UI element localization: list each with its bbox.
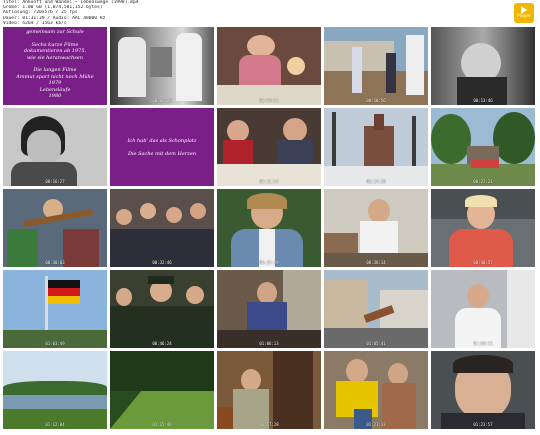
video-frame-thumbnail: 00:38:14 [324,189,428,267]
frame-timestamp: 00:38:14 [366,260,386,265]
header-line: Video: h264 / 1563 kb/s [3,20,67,26]
video-frame-thumbnail: 01:17:28 [217,351,321,429]
frame-image [217,189,321,267]
frame-image [3,270,107,348]
video-frame-thumbnail: 00:08:11 [217,27,321,105]
title-card-frame: gemeinsam zur Schule Sechs kurze Filme do… [3,27,107,105]
frame-image [217,27,321,105]
frame-timestamp: 00:46:24 [152,341,172,346]
title-card-frame: Ich hab' das als Schonplatz Die Sache mi… [110,108,214,186]
frame-image [3,108,107,186]
frame-image [3,351,107,429]
play-icon [521,6,527,14]
video-frame-thumbnail: 00:32:46 [110,189,214,267]
frame-timestamp: 00:21:54 [259,179,279,184]
frame-image [110,27,214,105]
video-frame-thumbnail: 01:23:57 [431,351,535,429]
frame-timestamp: 00:13:46 [473,98,493,103]
video-frame-thumbnail: 01:05:41 [324,270,428,348]
frame-image [217,270,321,348]
video-frame-thumbnail: 01:00:21 [431,270,535,348]
video-frame-thumbnail: 00:24:38 [324,108,428,186]
frame-timestamp: 00:35:29 [259,260,279,265]
video-frame-thumbnail: 01:15:48 [110,351,214,429]
video-frame-thumbnail: 00:40:57 [431,189,535,267]
frame-timestamp: 01:12:04 [45,422,65,427]
frame-timestamp: 01:05:41 [366,341,386,346]
video-frame-thumbnail: 00:21:54 [217,108,321,186]
frame-timestamp: 00:08:11 [259,98,279,103]
frame-image [110,270,214,348]
title-card-line: 1980 [48,93,62,100]
frame-timestamp: 00:40:57 [473,260,493,265]
frame-image [110,351,214,429]
title-card-line: Die Sache mit dem Herzen [127,151,197,158]
video-frame-thumbnail: 00:16:27 [3,108,107,186]
frame-image [217,108,321,186]
frame-timestamp: 01:21:13 [366,422,386,427]
frame-timestamp: 00:32:46 [152,260,172,265]
video-frame-thumbnail: 01:03:49 [3,270,107,348]
video-frame-thumbnail: 01:12:04 [3,351,107,429]
video-frame-thumbnail: 00:13:46 [431,27,535,105]
frame-timestamp: 01:00:21 [473,341,493,346]
frame-timestamp: 00:05:29 [152,98,172,103]
player-logo-label: Player [516,14,531,19]
frame-timestamp: 00:16:27 [45,179,65,184]
frame-image [324,351,428,429]
video-frame-thumbnail: 00:46:24 [110,270,214,348]
video-frame-thumbnail: 00:35:29 [217,189,321,267]
frame-image [431,270,535,348]
frame-image [431,108,535,186]
video-frame-thumbnail: 01:21:13 [324,351,428,429]
video-frame-thumbnail: 00:27:21 [431,108,535,186]
frame-image [324,108,428,186]
video-frame-thumbnail: 01:06:13 [217,270,321,348]
frame-timestamp: 01:23:57 [473,422,493,427]
player-logo: Player [514,3,534,23]
frame-timestamp: 01:06:13 [259,341,279,346]
frame-timestamp: 00:10:56 [366,98,386,103]
frame-image [110,189,214,267]
frame-timestamp: 00:30:03 [45,260,65,265]
thumbnail-grid: gemeinsam zur Schule Sechs kurze Filme do… [3,27,540,432]
frame-timestamp: 01:03:49 [45,341,65,346]
frame-timestamp: 01:17:28 [259,422,279,427]
video-frame-thumbnail: 00:05:29 [110,27,214,105]
frame-image [217,351,321,429]
frame-image [324,270,428,348]
video-frame-thumbnail: 00:10:56 [324,27,428,105]
frame-image [324,27,428,105]
frame-image [431,27,535,105]
frame-timestamp: 01:15:48 [152,422,172,427]
frame-image [324,189,428,267]
frame-timestamp: 00:24:38 [366,179,386,184]
file-info-header: Titel: Ankunft und Wandel – Lebenswege (… [3,0,453,26]
frame-image [431,189,535,267]
frame-image [3,189,107,267]
frame-image [431,351,535,429]
video-frame-thumbnail: 00:30:03 [3,189,107,267]
frame-timestamp: 00:27:21 [473,179,493,184]
